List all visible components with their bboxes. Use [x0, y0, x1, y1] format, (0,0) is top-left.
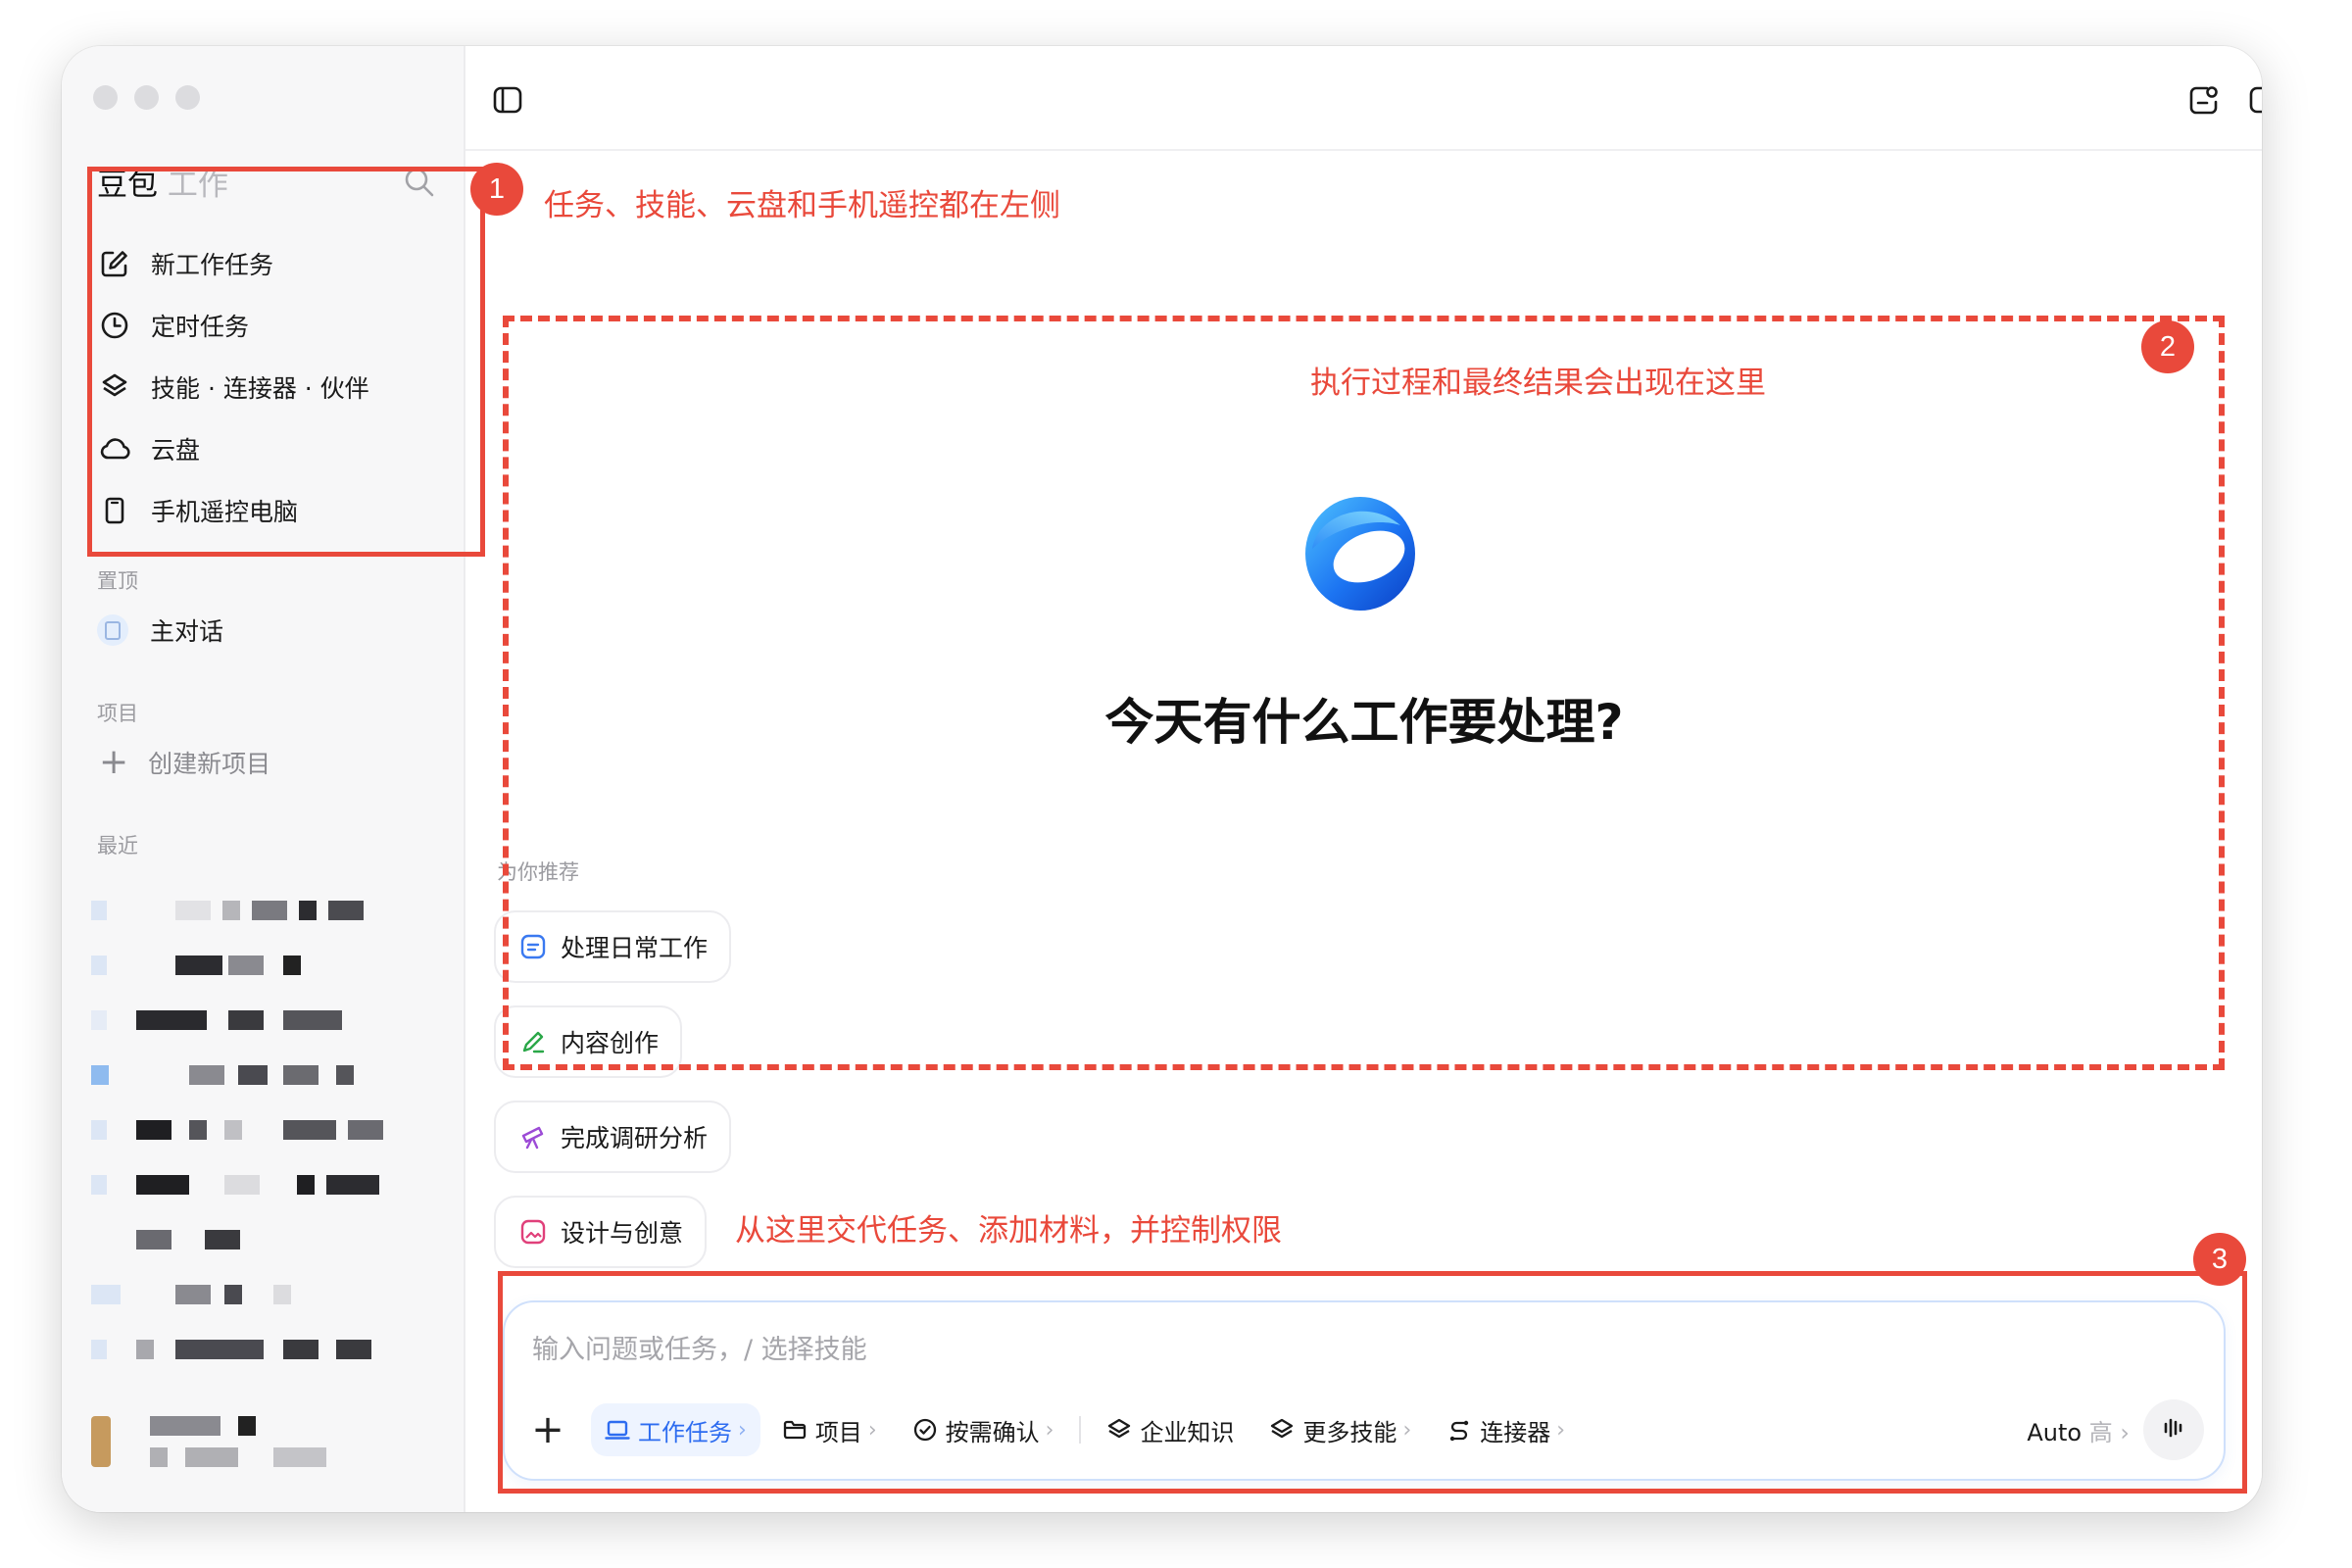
annotation-badge-3: 3 — [2193, 1233, 2246, 1286]
suggestion-chip-research[interactable]: 完成调研分析 — [494, 1101, 732, 1173]
image-icon — [519, 1218, 547, 1246]
recent-section-title: 最近 — [97, 834, 138, 858]
chip-label: 完成调研分析 — [561, 1124, 709, 1152]
chip-label: 设计与创意 — [561, 1219, 684, 1248]
minimize-window-button[interactable] — [134, 85, 159, 110]
annotation-box-1 — [87, 167, 485, 557]
zoom-window-button[interactable] — [175, 85, 200, 110]
annotation-text-3: 从这里交代任务、添加材料，并控制权限 — [735, 1213, 1282, 1249]
annotation-text-1: 任务、技能、云盘和手机遥控都在左侧 — [544, 188, 1060, 223]
sidebar-item-main-chat[interactable]: 主对话 — [97, 612, 223, 648]
annotation-badge-1: 1 — [470, 163, 523, 216]
plus-icon: + — [99, 742, 129, 782]
telescope-icon — [519, 1123, 547, 1151]
pinned-section-title: 置顶 — [97, 569, 138, 593]
top-bar — [466, 46, 2262, 151]
toggle-sidebar-icon[interactable] — [491, 83, 524, 117]
chat-avatar-icon — [97, 614, 128, 646]
new-window-icon[interactable] — [2187, 83, 2221, 117]
window-controls — [93, 85, 200, 110]
user-profile[interactable] — [91, 1414, 424, 1469]
create-project-label: 创建新项目 — [148, 750, 271, 778]
annotation-badge-2: 2 — [2141, 320, 2194, 373]
annotation-text-2: 执行过程和最终结果会出现在这里 — [1310, 366, 1766, 401]
suggestion-chip-design[interactable]: 设计与创意 — [494, 1196, 708, 1268]
projects-section-title: 项目 — [97, 702, 138, 725]
annotation-box-2 — [503, 316, 2225, 1070]
create-project-button[interactable]: + 创建新项目 — [99, 745, 270, 780]
sidebar-item-label: 主对话 — [150, 617, 224, 646]
toggle-right-panel-icon[interactable] — [2247, 83, 2262, 117]
annotation-box-3 — [498, 1271, 2247, 1494]
close-window-button[interactable] — [93, 85, 118, 110]
avatar — [91, 1416, 111, 1467]
